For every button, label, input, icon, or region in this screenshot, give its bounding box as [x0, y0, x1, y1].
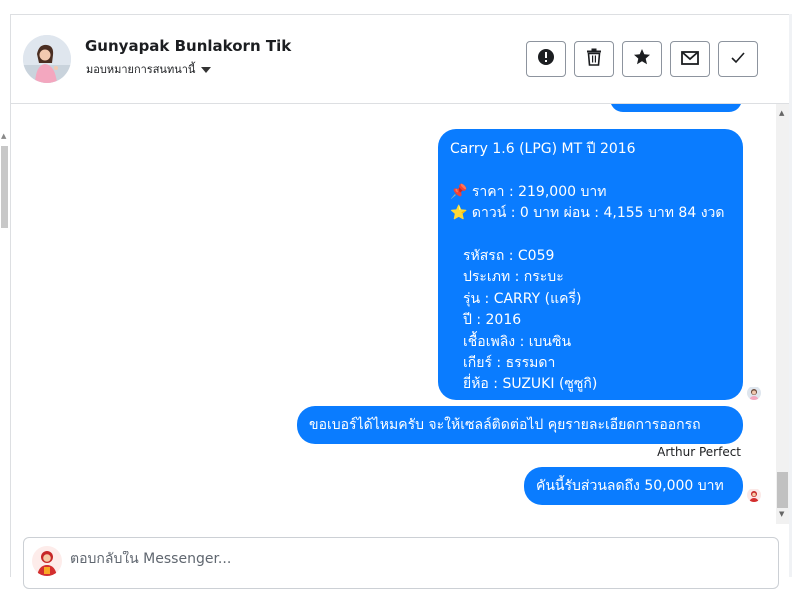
message-bubble-phone-request: ขอเบอร์ได้ไหมครับ จะให้เซลล์ติดต่อไป คุย… — [297, 406, 743, 444]
message-bubble-discount: คันนี้รับส่วนลดถึง 50,000 บาท — [524, 467, 743, 505]
contact-avatar[interactable] — [23, 35, 71, 83]
chat-scrollbar[interactable]: ▲ ▼ — [776, 104, 789, 524]
exclamation-circle-icon — [537, 48, 555, 70]
listing-year: ปี : 2016 — [463, 312, 522, 329]
listing-brand: ยี่ห้อ : SUZUKI (ซูซูกิ) — [463, 376, 598, 393]
message-thread[interactable]: Carry 1.6 (LPG) MT ปี 2016 📌 ราคา : 219,… — [11, 104, 778, 524]
assign-conversation-dropdown[interactable]: มอบหมายการสนทนานี้ — [86, 60, 212, 78]
mark-spam-button[interactable] — [526, 41, 566, 77]
delete-button[interactable] — [574, 41, 614, 77]
listing-gear: เกียร์ : ธรรมดา — [463, 354, 556, 371]
trash-icon — [586, 48, 602, 70]
message-bubble-car-listing: Carry 1.6 (LPG) MT ปี 2016 📌 ราคา : 219,… — [438, 129, 743, 400]
scroll-up-arrow-icon[interactable]: ▲ — [1, 132, 6, 140]
star-button[interactable] — [622, 41, 662, 77]
reply-composer — [23, 537, 779, 589]
checkmark-icon — [730, 50, 746, 69]
scrollbar-thumb[interactable] — [1, 146, 8, 228]
contact-name[interactable]: Gunyapak Bunlakorn Tik — [85, 37, 291, 55]
message-bubble-partial — [610, 104, 742, 112]
listing-model: รุ่น : CARRY (แครี่) — [463, 290, 582, 307]
reply-input[interactable] — [70, 551, 670, 567]
listing-car-code: รหัสรถ : C059 — [463, 247, 555, 264]
conversation-header: Gunyapak Bunlakorn Tik มอบหมายการสนทนานี… — [11, 15, 789, 104]
page-avatar — [32, 546, 62, 576]
sender-name: Arthur Perfect — [657, 445, 741, 459]
left-scrollbar[interactable]: ▲ — [0, 14, 11, 577]
mark-done-button[interactable] — [718, 41, 758, 77]
pin-icon: 📌 — [450, 183, 468, 200]
scroll-down-icon[interactable]: ▼ — [779, 510, 784, 518]
scroll-up-icon[interactable]: ▲ — [779, 109, 784, 117]
mark-unread-button[interactable] — [670, 41, 710, 77]
seen-avatar — [747, 386, 761, 400]
assign-label: มอบหมายการสนทนานี้ — [86, 63, 196, 76]
listing-title: Carry 1.6 (LPG) MT ปี 2016 — [450, 141, 636, 157]
listing-fuel: เชื้อเพลิง : เบนซิน — [463, 333, 572, 350]
caret-down-icon — [201, 67, 212, 73]
sender-avatar — [747, 488, 761, 502]
star-icon — [633, 48, 651, 70]
envelope-icon — [681, 50, 699, 69]
listing-car-type: ประเภท : กระบะ — [463, 269, 564, 286]
listing-down-payment: ดาวน์ : 0 บาท ผ่อน : 4,155 บาท 84 งวด — [471, 205, 725, 222]
star-emoji-icon: ⭐ — [450, 205, 468, 222]
listing-price: ราคา : 219,000 บาท — [471, 183, 607, 200]
chat-scrollbar-thumb[interactable] — [777, 472, 788, 508]
top-strip — [0, 0, 792, 15]
